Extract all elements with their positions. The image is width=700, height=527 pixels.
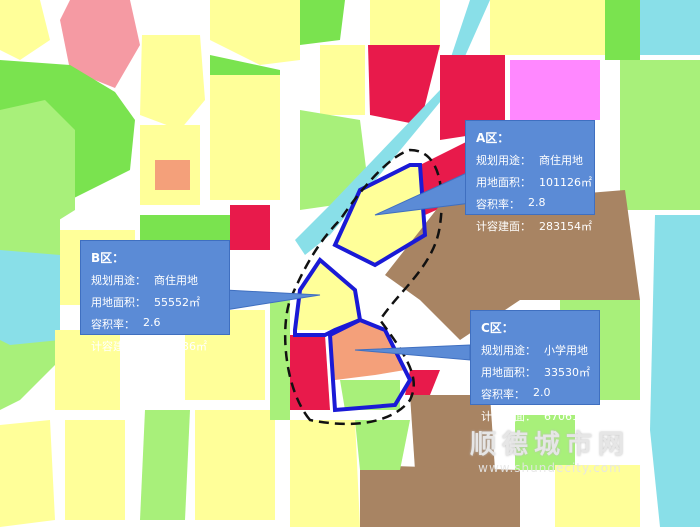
value: 小学用地 [544, 344, 588, 357]
label: 用地面积： [476, 176, 531, 189]
label: 用地面积： [481, 366, 536, 379]
callout-b-row-1: 规划用途： 商住用地 [91, 272, 219, 288]
callout-a-row-3: 容积率： 2.8 [476, 196, 584, 212]
callout-c-row-4: 计容建面： 67061㎡ [481, 408, 590, 424]
parcel-g-top-right [605, 0, 640, 60]
label: 容积率： [476, 198, 520, 211]
watermark-en: www.shundecity.com [478, 461, 622, 475]
callout-a-row-1: 规划用途： 商住用地 [476, 152, 584, 168]
label: 规划用途： [91, 274, 146, 287]
label: 计容建面： [476, 220, 531, 233]
parcel-purple [510, 60, 600, 120]
value: 55552㎡ [154, 296, 200, 309]
water-left [0, 250, 60, 345]
label: 用地面积： [91, 296, 146, 309]
value: 2.0 [533, 386, 551, 399]
value: 商住用地 [154, 274, 198, 287]
label: 容积率： [91, 318, 135, 331]
value: 33530㎡ [544, 366, 590, 379]
parcel-r-sw1 [0, 420, 55, 527]
site-watermark: 顺德城市网 www.shundecity.com [470, 424, 630, 475]
callout-b-title: B区： [91, 251, 125, 265]
value: 144436㎡ [154, 340, 207, 353]
callout-c-title: C区： [481, 321, 514, 335]
label: 计容建面： [91, 340, 146, 353]
label: 计容建面： [481, 410, 536, 423]
callout-a-title: A区： [476, 131, 510, 145]
parcel-r-top3 [370, 0, 440, 50]
parcel-c-left [230, 205, 270, 250]
parcel-g-sw [140, 410, 190, 520]
callout-a-row-2: 用地面积： 101126㎡ [476, 174, 592, 190]
value: 2.6 [143, 316, 161, 329]
callout-c: C区： 规划用途： 小学用地 用地面积： 33530㎡ 容积率： 2.0 计容建面： 6… [470, 310, 600, 423]
callout-c-row-2: 用地面积： 33530㎡ [481, 364, 590, 380]
callout-b: B区： 规划用途： 商住用地 用地面积： 55552㎡ 容积率： 2.6 计容建面： 1… [80, 240, 230, 353]
parcel-r-sw3 [195, 410, 275, 520]
parcel-r-top-right [490, 0, 610, 55]
label: 容积率： [481, 388, 525, 401]
parcel-r-mid [210, 75, 280, 200]
parcel-r-sw2 [65, 420, 125, 520]
callout-c-row-3: 容积率： 2.0 [481, 386, 589, 402]
parcel-school-left [155, 160, 190, 190]
value: 283154㎡ [539, 220, 592, 233]
value: 67061㎡ [544, 410, 590, 423]
value: 商住用地 [539, 154, 583, 167]
water-top-right [640, 0, 700, 55]
callout-a: A区： 规划用途： 商住用地 用地面积： 101126㎡ 容积率： 2.8 计容建面：… [465, 120, 595, 233]
water-right [650, 215, 700, 527]
callout-b-row-2: 用地面积： 55552㎡ [91, 294, 219, 310]
parcel-r-bottom [290, 420, 360, 527]
callout-b-row-3: 容积率： 2.6 [91, 316, 219, 332]
parcel-r-top2 [320, 45, 365, 115]
watermark-cn: 顺德城市网 [469, 430, 630, 460]
callout-c-row-1: 规划用途： 小学用地 [481, 342, 589, 358]
callout-a-row-4: 计容建面： 283154㎡ [476, 218, 592, 234]
value: 2.8 [528, 196, 546, 209]
value: 101126㎡ [539, 176, 592, 189]
label: 规划用途： [476, 154, 531, 167]
parcel-g-top [300, 0, 345, 45]
label: 规划用途： [481, 344, 536, 357]
callout-b-row-4: 计容建面： 144436㎡ [91, 338, 219, 354]
parcel-g-right [620, 60, 700, 210]
